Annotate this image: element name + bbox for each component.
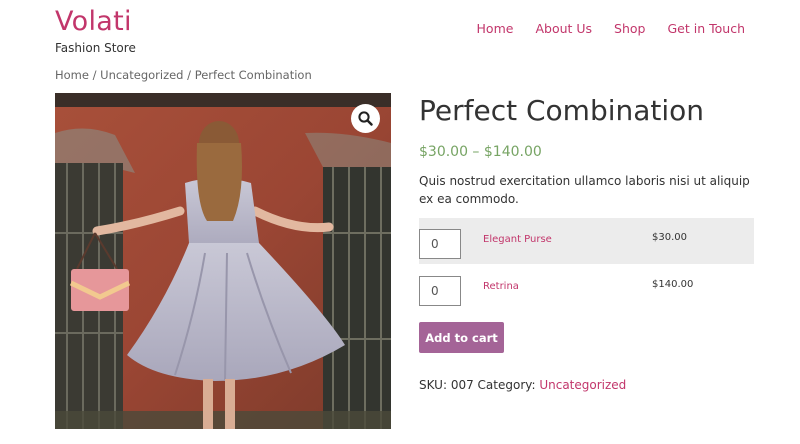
grouped-product-name[interactable]: Retrina xyxy=(483,281,519,292)
grouped-product-price: $30.00 xyxy=(652,232,687,243)
product-image[interactable] xyxy=(55,93,391,429)
category-label: Category: xyxy=(473,378,540,392)
quantity-input[interactable] xyxy=(419,276,461,306)
breadcrumb-home[interactable]: Home xyxy=(55,68,89,82)
nav-about-us[interactable]: About Us xyxy=(535,21,592,36)
site-branding: Volati Fashion Store xyxy=(55,6,136,55)
grouped-product-name[interactable]: Elegant Purse xyxy=(483,234,552,245)
category-link[interactable]: Uncategorized xyxy=(539,378,626,392)
grouped-product-price: $140.00 xyxy=(652,279,694,290)
product-photo xyxy=(55,93,391,429)
product-price-range: $30.00 – $140.00 xyxy=(419,144,542,160)
add-to-cart-button[interactable]: Add to cart xyxy=(419,322,504,353)
quantity-input[interactable] xyxy=(419,229,461,259)
breadcrumb-category[interactable]: Uncategorized xyxy=(100,68,183,82)
breadcrumb: Home / Uncategorized / Perfect Combinati… xyxy=(55,68,312,82)
zoom-button[interactable] xyxy=(351,104,380,133)
product-meta: SKU: 007 Category: Uncategorized xyxy=(419,378,626,392)
site-title[interactable]: Volati xyxy=(55,6,136,38)
product-title: Perfect Combination xyxy=(419,94,705,127)
main-nav: Home About Us Shop Get in Touch xyxy=(477,21,745,36)
product-short-description: Quis nostrud exercitation ullamco labori… xyxy=(419,174,750,206)
sku-label: SKU: xyxy=(419,378,451,392)
breadcrumb-separator: / xyxy=(183,68,195,82)
search-icon xyxy=(358,111,373,126)
breadcrumb-separator: / xyxy=(88,68,101,82)
site-tagline: Fashion Store xyxy=(55,41,136,55)
grouped-product-row: Retrina $140.00 xyxy=(419,265,754,311)
nav-home[interactable]: Home xyxy=(477,21,514,36)
nav-get-in-touch[interactable]: Get in Touch xyxy=(668,21,746,36)
grouped-product-row: Elegant Purse $30.00 xyxy=(419,218,754,264)
breadcrumb-current: Perfect Combination xyxy=(194,68,312,82)
nav-shop[interactable]: Shop xyxy=(614,21,645,36)
sku-value: 007 xyxy=(450,378,474,392)
